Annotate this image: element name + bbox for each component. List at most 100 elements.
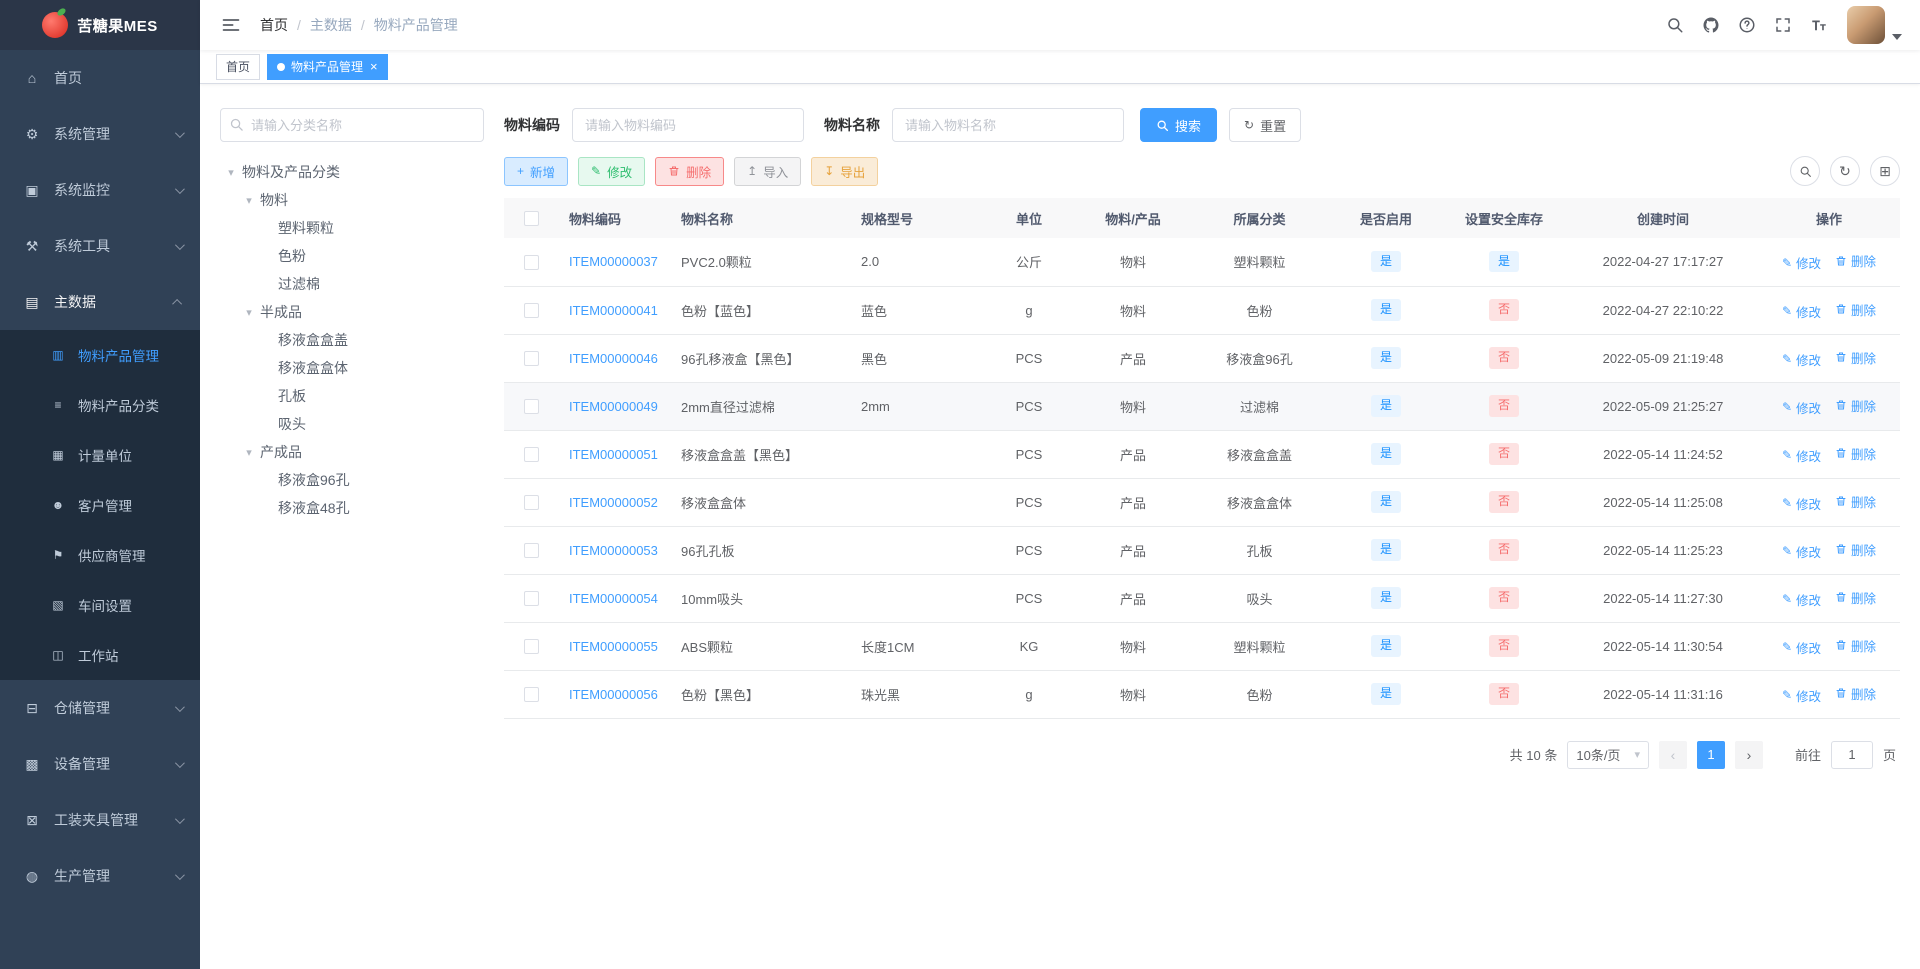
row-edit-button[interactable]: ✎ 修改 — [1782, 398, 1821, 417]
sidebar-item-material-product-management[interactable]: ▥ 物料产品管理 — [0, 330, 200, 380]
tree-node[interactable]: 移液盒96孔 — [220, 466, 484, 494]
material-code-link[interactable]: ITEM00000041 — [569, 303, 658, 318]
tree-node[interactable]: ▾ 半成品 — [220, 298, 484, 326]
row-delete-button[interactable]: 删除 — [1835, 396, 1876, 415]
tree-node[interactable]: ▾ 产成品 — [220, 438, 484, 466]
row-edit-button[interactable]: ✎ 修改 — [1782, 253, 1821, 272]
add-button[interactable]: + 新增 — [504, 156, 569, 186]
sidebar-item-master-data[interactable]: ▤ 主数据 — [0, 274, 200, 330]
github-icon[interactable] — [1695, 8, 1727, 42]
sidebar-item-system-tools[interactable]: ⚒ 系统工具 — [0, 218, 200, 274]
sidebar-item-material-product-category[interactable]: ≡ 物料产品分类 — [0, 380, 200, 430]
row-edit-button[interactable]: ✎ 修改 — [1782, 542, 1821, 561]
row-checkbox[interactable] — [524, 639, 539, 655]
prev-page-button[interactable]: ‹ — [1658, 740, 1687, 769]
row-edit-button[interactable]: ✎ 修改 — [1782, 638, 1821, 657]
material-name-input[interactable] — [892, 108, 1124, 142]
sidebar-item-warehouse-management[interactable]: ⊟ 仓储管理 — [0, 680, 200, 736]
sidebar-item-workshop-settings[interactable]: ▧ 车间设置 — [0, 580, 200, 630]
search-icon[interactable] — [1659, 8, 1691, 42]
row-edit-button[interactable]: ✎ 修改 — [1782, 446, 1821, 465]
row-edit-button[interactable]: ✎ 修改 — [1782, 494, 1821, 513]
next-page-button[interactable]: › — [1734, 740, 1763, 769]
delete-button[interactable]: 删除 — [655, 156, 725, 186]
goto-page-input[interactable] — [1830, 740, 1873, 769]
row-delete-button[interactable]: 删除 — [1835, 444, 1876, 463]
tree-node[interactable]: 塑料颗粒 — [220, 214, 484, 242]
row-edit-button[interactable]: ✎ 修改 — [1782, 686, 1821, 705]
user-menu[interactable] — [1847, 6, 1902, 44]
sidebar-item-workstation[interactable]: ◫ 工作站 — [0, 630, 200, 680]
row-delete-button[interactable]: 删除 — [1835, 251, 1876, 270]
tree-expand-arrow[interactable]: ▾ — [220, 166, 242, 179]
help-icon[interactable] — [1731, 8, 1763, 42]
sidebar-item-system-monitor[interactable]: ▣ 系统监控 — [0, 162, 200, 218]
hamburger-icon[interactable] — [214, 8, 248, 42]
reset-button[interactable]: ↻ 重置 — [1229, 108, 1302, 142]
category-search-input[interactable] — [220, 108, 484, 142]
page-size-select[interactable]: 10条/页 ▾ — [1567, 740, 1649, 769]
tree-node[interactable]: 移液盒48孔 — [220, 494, 484, 522]
user-avatar[interactable] — [1847, 6, 1885, 44]
tree-node[interactable]: 移液盒盒体 — [220, 354, 484, 382]
tree-expand-arrow[interactable]: ▾ — [238, 194, 260, 207]
refresh-button[interactable]: ↻ — [1830, 156, 1860, 186]
tab-home[interactable]: 首页 — [216, 53, 261, 80]
row-edit-button[interactable]: ✎ 修改 — [1782, 350, 1821, 369]
row-delete-button[interactable]: 删除 — [1835, 636, 1876, 655]
sidebar-item-customer-management[interactable]: ☻ 客户管理 — [0, 480, 200, 530]
column-settings-button[interactable]: ⊞ — [1870, 156, 1900, 186]
edit-button[interactable]: ✎ 修改 — [578, 156, 646, 186]
tree-node[interactable]: ▾ 物料 — [220, 186, 484, 214]
tree-node[interactable]: ▾ 物料及产品分类 — [220, 158, 484, 186]
material-code-link[interactable]: ITEM00000046 — [569, 351, 658, 366]
sidebar-item-production-management[interactable]: ◍ 生产管理 — [0, 848, 200, 904]
row-checkbox[interactable] — [524, 447, 539, 463]
row-checkbox[interactable] — [524, 351, 539, 367]
row-checkbox[interactable] — [524, 687, 539, 703]
row-edit-button[interactable]: ✎ 修改 — [1782, 302, 1821, 321]
tree-node[interactable]: 孔板 — [220, 382, 484, 410]
sidebar-item-measure-unit[interactable]: ▦ 计量单位 — [0, 430, 200, 480]
row-edit-button[interactable]: ✎ 修改 — [1782, 590, 1821, 609]
search-button[interactable]: 搜索 — [1140, 108, 1218, 142]
row-checkbox[interactable] — [524, 591, 539, 607]
row-checkbox[interactable] — [524, 254, 539, 270]
row-checkbox[interactable] — [524, 303, 539, 319]
tab-material-product-management[interactable]: 物料产品管理 × — [267, 53, 388, 80]
tree-expand-arrow[interactable]: ▾ — [238, 306, 260, 319]
material-code-link[interactable]: ITEM00000049 — [569, 399, 658, 414]
material-code-link[interactable]: ITEM00000054 — [569, 591, 658, 606]
row-delete-button[interactable]: 删除 — [1835, 684, 1876, 703]
sidebar-item-tooling-fixture-management[interactable]: ⊠ 工装夹具管理 — [0, 792, 200, 848]
material-code-link[interactable]: ITEM00000052 — [569, 495, 658, 510]
toggle-search-button[interactable] — [1790, 156, 1820, 186]
row-delete-button[interactable]: 删除 — [1835, 348, 1876, 367]
tree-node[interactable]: 吸头 — [220, 410, 484, 438]
material-code-input[interactable] — [572, 108, 804, 142]
row-checkbox[interactable] — [524, 495, 539, 511]
material-code-link[interactable]: ITEM00000056 — [569, 687, 658, 702]
app-logo[interactable]: 苦糖果MES — [0, 0, 200, 50]
breadcrumb-home[interactable]: 首页 — [260, 15, 288, 35]
row-delete-button[interactable]: 删除 — [1835, 588, 1876, 607]
page-number-button[interactable]: 1 — [1696, 740, 1725, 769]
row-checkbox[interactable] — [524, 543, 539, 559]
tree-node[interactable]: 过滤棉 — [220, 270, 484, 298]
fullscreen-icon[interactable] — [1767, 8, 1799, 42]
tree-node[interactable]: 色粉 — [220, 242, 484, 270]
breadcrumb-master-data[interactable]: 主数据 — [310, 15, 352, 35]
sidebar-item-equipment-management[interactable]: ▩ 设备管理 — [0, 736, 200, 792]
row-delete-button[interactable]: 删除 — [1835, 492, 1876, 511]
select-all-checkbox[interactable] — [524, 211, 539, 227]
sidebar-item-home[interactable]: ⌂ 首页 — [0, 50, 200, 106]
row-delete-button[interactable]: 删除 — [1835, 540, 1876, 559]
tree-node[interactable]: 移液盒盒盖 — [220, 326, 484, 354]
row-checkbox[interactable] — [524, 399, 539, 415]
material-code-link[interactable]: ITEM00000053 — [569, 543, 658, 558]
material-code-link[interactable]: ITEM00000037 — [569, 254, 658, 269]
font-size-icon[interactable] — [1803, 8, 1835, 42]
sidebar-item-supplier-management[interactable]: ⚑ 供应商管理 — [0, 530, 200, 580]
tab-close-icon[interactable]: × — [370, 60, 378, 73]
material-code-link[interactable]: ITEM00000055 — [569, 639, 658, 654]
